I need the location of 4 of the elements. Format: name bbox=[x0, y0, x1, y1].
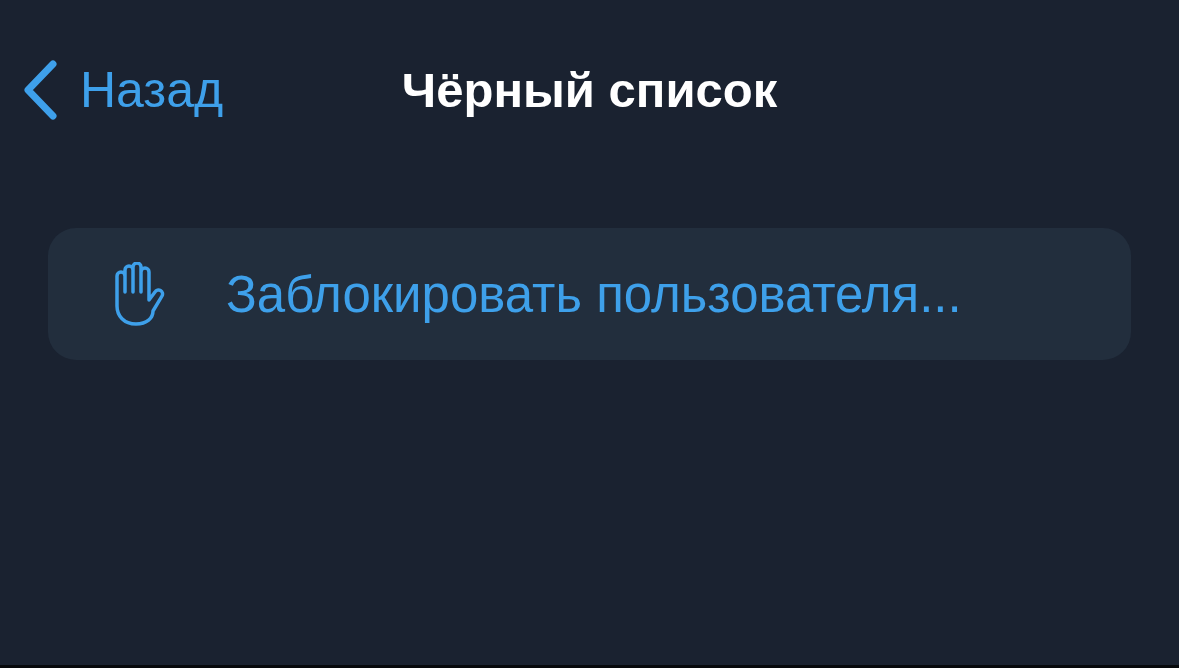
chevron-left-icon bbox=[22, 59, 58, 121]
page-title: Чёрный список bbox=[401, 62, 778, 118]
back-button[interactable]: Назад bbox=[22, 59, 224, 121]
block-user-button[interactable]: Заблокировать пользователя... bbox=[48, 228, 1131, 360]
